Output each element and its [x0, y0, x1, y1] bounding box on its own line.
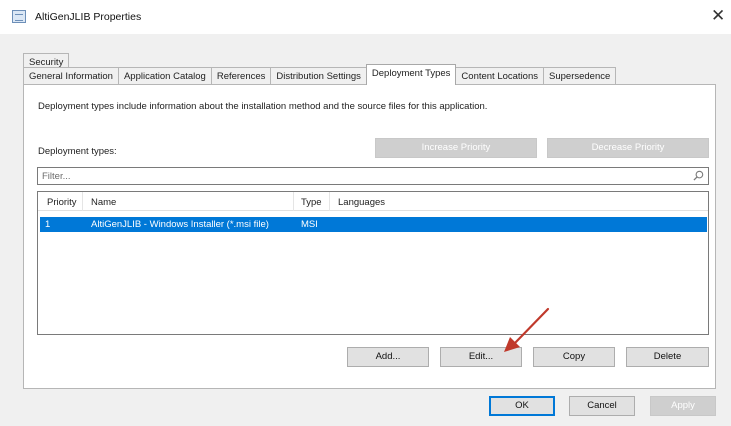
- column-separator: [82, 192, 83, 211]
- deployment-types-list[interactable]: Priority Name Type Languages 1 AltiGenJL…: [37, 191, 709, 335]
- tab-deployment-types[interactable]: Deployment Types: [365, 64, 457, 85]
- search-icon[interactable]: [693, 170, 704, 181]
- column-header-type[interactable]: Type: [301, 197, 322, 208]
- list-header: Priority Name Type Languages: [38, 192, 708, 211]
- tab-content-locations[interactable]: Content Locations: [455, 67, 545, 85]
- tab-general-information[interactable]: General Information: [23, 67, 119, 85]
- delete-button[interactable]: Delete: [626, 347, 709, 367]
- cell-type: MSI: [301, 219, 318, 230]
- window-title: AltiGenJLIB Properties: [35, 11, 142, 23]
- app-icon: [12, 10, 26, 23]
- tab-references[interactable]: References: [210, 67, 272, 85]
- apply-button[interactable]: Apply: [650, 396, 716, 416]
- column-header-name[interactable]: Name: [91, 197, 116, 208]
- tab-distribution-settings[interactable]: Distribution Settings: [270, 67, 367, 85]
- increase-priority-button[interactable]: Increase Priority: [375, 138, 537, 158]
- table-row[interactable]: 1 AltiGenJLIB - Windows Installer (*.msi…: [40, 217, 707, 232]
- filter-box: [37, 167, 709, 185]
- close-icon[interactable]: ✕: [711, 7, 725, 24]
- cancel-button[interactable]: Cancel: [569, 396, 635, 416]
- column-separator: [293, 192, 294, 211]
- ok-button[interactable]: OK: [489, 396, 555, 416]
- tab-application-catalog[interactable]: Application Catalog: [117, 67, 212, 85]
- tab-row-main: General Information Application Catalog …: [23, 64, 617, 85]
- cell-priority: 1: [45, 219, 51, 230]
- column-separator: [329, 192, 330, 211]
- title-bar: AltiGenJLIB Properties ✕: [0, 0, 731, 34]
- filter-input[interactable]: [38, 168, 678, 184]
- panel-description: Deployment types include information abo…: [38, 101, 488, 112]
- add-button[interactable]: Add...: [347, 347, 429, 367]
- annotation-arrow: [504, 307, 550, 352]
- deployment-types-label: Deployment types:: [38, 146, 117, 157]
- tab-supersedence[interactable]: Supersedence: [543, 67, 617, 85]
- cell-name: AltiGenJLIB - Windows Installer (*.msi f…: [91, 219, 269, 230]
- column-header-languages[interactable]: Languages: [338, 197, 385, 208]
- column-header-priority[interactable]: Priority: [47, 197, 77, 208]
- decrease-priority-button[interactable]: Decrease Priority: [547, 138, 709, 158]
